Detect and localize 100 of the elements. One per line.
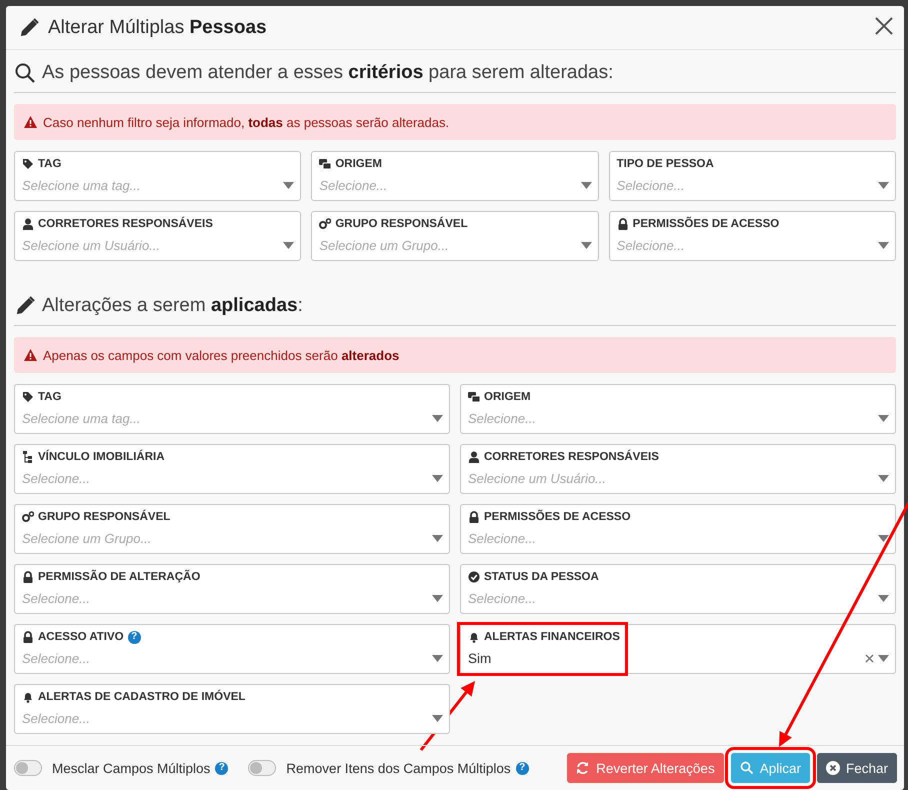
- field-placeholder: Selecione...: [22, 710, 91, 726]
- chat-bubbles-icon: [468, 391, 480, 403]
- caret-icon: [432, 534, 443, 542]
- select-field[interactable]: ORIGEM Selecione...: [311, 151, 599, 201]
- lock-icon: [616, 218, 629, 230]
- lock-icon: [468, 511, 480, 523]
- caret-icon: [878, 242, 889, 248]
- field-label: VÍNCULO IMOBILIÁRIA: [38, 451, 164, 463]
- field-placeholder: Selecione...: [616, 178, 686, 192]
- caret-icon: [878, 654, 889, 662]
- select-field[interactable]: PERMISSÃO DE ALTERAÇÃO Selecione...: [14, 564, 450, 614]
- search-icon: [740, 761, 754, 775]
- toggle-switch[interactable]: [14, 760, 42, 776]
- select-field[interactable]: ORIGEM Selecione...: [460, 384, 896, 434]
- toggle-label: Mesclar Campos Múltiplos: [52, 760, 210, 776]
- gears-icon: [319, 218, 332, 230]
- field-placeholder: Selecione...: [468, 530, 537, 546]
- field-label: PERMISSÕES DE ACESSO: [484, 511, 631, 523]
- hierarchy-icon: [22, 451, 34, 463]
- field-placeholder: Selecione uma tag...: [22, 178, 142, 192]
- select-field[interactable]: VÍNCULO IMOBILIÁRIA Selecione...: [14, 444, 450, 494]
- caret-icon: [432, 594, 443, 602]
- select-field[interactable]: TAG Selecione uma tag...: [14, 151, 302, 201]
- field-placeholder: Selecione...: [22, 650, 91, 666]
- user-icon: [22, 218, 34, 230]
- help-icon[interactable]: ?: [215, 762, 228, 774]
- caret-icon: [432, 654, 443, 662]
- bell-icon: [22, 691, 34, 703]
- close-button[interactable]: Fechar: [816, 753, 897, 783]
- caret-icon: [432, 714, 443, 722]
- gears-icon: [22, 511, 34, 523]
- search-icon: [14, 62, 36, 84]
- warning-icon: [24, 349, 37, 361]
- toggle-label: Remover Itens dos Campos Múltiplos: [286, 760, 511, 776]
- lock-icon: [22, 571, 34, 583]
- caret-icon: [432, 474, 443, 482]
- field-label: TAG: [38, 158, 62, 170]
- select-field[interactable]: CORRETORES RESPONSÁVEIS Selecione um Usuário...: [14, 211, 302, 261]
- field-placeholder: Selecione uma tag...: [22, 410, 142, 426]
- select-field[interactable]: PERMISSÕES DE ACESSO Selecione...: [608, 211, 896, 261]
- caret-icon: [580, 182, 592, 188]
- field-value: Sim: [468, 650, 492, 666]
- field-label: ACESSO ATIVO: [38, 631, 124, 643]
- field-placeholder: Selecione...: [616, 238, 686, 252]
- select-field[interactable]: PERMISSÕES DE ACESSO Selecione...: [460, 504, 896, 554]
- select-field[interactable]: ALERTAS DE CADASTRO DE IMÓVEL Selecione...: [14, 684, 450, 734]
- select-field[interactable]: CORRETORES RESPONSÁVEIS Selecione um Usuário...: [460, 444, 896, 494]
- section-heading: As pessoas devem atender a esses critérios para serem alteradas:: [42, 62, 614, 84]
- field-label: CORRETORES RESPONSÁVEIS: [484, 451, 659, 463]
- warning-icon: [24, 116, 37, 128]
- field-placeholder: Selecione...: [22, 590, 91, 606]
- field-label: PERMISSÕES DE ACESSO: [632, 218, 780, 230]
- close-icon: [874, 16, 894, 36]
- help-icon[interactable]: ?: [516, 762, 529, 774]
- select-field[interactable]: GRUPO RESPONSÁVEL Selecione um Grupo...: [14, 504, 450, 554]
- field-label: ALERTAS DE CADASTRO DE IMÓVEL: [38, 691, 246, 703]
- tag-icon: [22, 391, 34, 403]
- field-label: ORIGEM: [335, 158, 382, 170]
- select-field[interactable]: GRUPO RESPONSÁVEL Selecione um Grupo...: [311, 211, 599, 261]
- field-placeholder: Selecione...: [22, 470, 91, 486]
- lock-icon: [22, 631, 34, 643]
- tag-icon: [22, 158, 34, 170]
- field-label: ORIGEM: [484, 391, 531, 403]
- pencil-icon: [18, 16, 40, 38]
- caret-icon: [878, 182, 889, 188]
- alert-text: Caso nenhum filtro seja informado, todas as pessoas serão alteradas.: [43, 114, 450, 130]
- field-placeholder: Selecione um Usuário...: [468, 470, 608, 486]
- bell-icon: [468, 631, 480, 643]
- window-title: Alterar Múltiplas Pessoas: [48, 16, 268, 38]
- caret-icon: [878, 534, 889, 542]
- caret-icon: [878, 474, 889, 482]
- section-heading: Alterações a serem aplicadas:: [42, 295, 303, 317]
- field-label: CORRETORES RESPONSÁVEIS: [38, 218, 213, 230]
- caret-icon: [878, 594, 889, 602]
- alert-text: Apenas os campos com valores preenchidos serão alterados: [43, 348, 400, 362]
- caret-icon: [283, 242, 294, 248]
- select-field[interactable]: TIPO DE PESSOA Selecione...: [608, 151, 896, 201]
- caret-icon: [878, 414, 889, 422]
- field-placeholder: Selecione...: [319, 178, 388, 192]
- field-label: GRUPO RESPONSÁVEL: [38, 511, 170, 523]
- field-label: STATUS DA PESSOA: [484, 571, 599, 583]
- field-placeholder: Selecione um Grupo...: [319, 238, 450, 252]
- toggle-switch[interactable]: [248, 760, 276, 776]
- field-placeholder: Selecione...: [468, 410, 537, 426]
- field-label: GRUPO RESPONSÁVEL: [335, 218, 468, 230]
- caret-icon: [283, 182, 294, 188]
- pencil-icon: [14, 295, 36, 317]
- clear-icon: [865, 654, 874, 662]
- select-field[interactable]: STATUS DA PESSOA Selecione...: [460, 564, 896, 614]
- select-field[interactable]: TAG Selecione uma tag...: [14, 384, 450, 434]
- field-placeholder: Selecione...: [468, 590, 537, 606]
- select-field[interactable]: ACESSO ATIVO ? Selecione...: [14, 624, 450, 674]
- field-placeholder: Selecione um Grupo...: [22, 530, 152, 546]
- field-label: TIPO DE PESSOA: [616, 158, 714, 170]
- field-label: ALERTAS FINANCEIROS: [484, 631, 620, 643]
- field-label: PERMISSÃO DE ALTERAÇÃO: [38, 571, 200, 583]
- chat-bubbles-icon: [319, 158, 332, 170]
- refresh-icon: [576, 761, 590, 775]
- caret-icon: [432, 414, 443, 422]
- help-icon[interactable]: ?: [128, 630, 141, 644]
